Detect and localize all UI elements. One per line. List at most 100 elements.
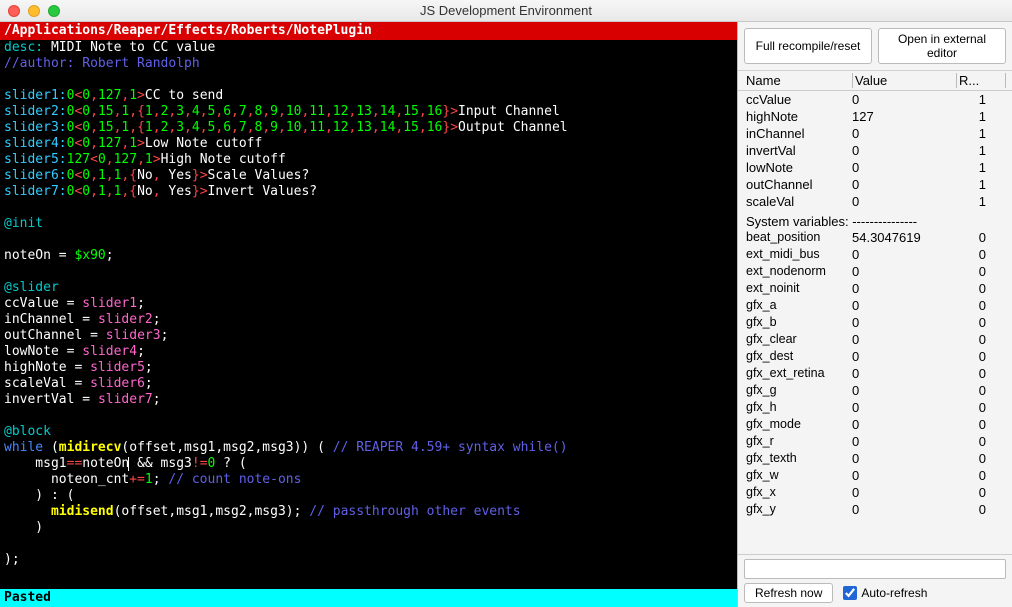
editor-status-bar: Pasted: [0, 589, 737, 607]
variable-row[interactable]: gfx_y00: [738, 501, 1012, 518]
variable-name: gfx_b: [746, 315, 852, 330]
variable-row[interactable]: gfx_clear00: [738, 331, 1012, 348]
variable-name: beat_position: [746, 230, 852, 245]
variable-name: outChannel: [746, 177, 852, 192]
variable-r: 0: [956, 315, 1006, 330]
variable-row[interactable]: gfx_x00: [738, 484, 1012, 501]
recompile-button[interactable]: Full recompile/reset: [744, 28, 872, 64]
variable-value: 0: [852, 160, 956, 175]
variable-name: gfx_dest: [746, 349, 852, 364]
variable-value: 0: [852, 298, 956, 313]
auto-refresh-checkbox[interactable]: [843, 586, 857, 600]
auto-refresh-label: Auto-refresh: [861, 586, 927, 600]
variable-r: 1: [956, 160, 1006, 175]
variable-value: 127: [852, 109, 956, 124]
variable-value: 0: [852, 281, 956, 296]
variable-r: 0: [956, 332, 1006, 347]
variable-row[interactable]: gfx_texth00: [738, 450, 1012, 467]
variable-row[interactable]: highNote1271: [738, 108, 1012, 125]
variable-r: 1: [956, 143, 1006, 158]
variable-r: 0: [956, 230, 1006, 245]
variable-row[interactable]: ccValue01: [738, 91, 1012, 108]
variable-r: 0: [956, 366, 1006, 381]
variable-row[interactable]: outChannel01: [738, 176, 1012, 193]
variable-list[interactable]: ccValue01highNote1271inChannel01invertVa…: [738, 91, 1012, 554]
variable-r: 0: [956, 468, 1006, 483]
variable-row[interactable]: ext_noinit00: [738, 280, 1012, 297]
variable-name: ext_nodenorm: [746, 264, 852, 279]
variable-value: 0: [852, 468, 956, 483]
open-external-button[interactable]: Open in external editor: [878, 28, 1006, 64]
variable-row[interactable]: gfx_ext_retina00: [738, 365, 1012, 382]
variable-name: gfx_clear: [746, 332, 852, 347]
variable-value: 0: [852, 92, 956, 107]
variable-r: 0: [956, 383, 1006, 398]
variable-r: 0: [956, 247, 1006, 262]
variable-row[interactable]: gfx_b00: [738, 314, 1012, 331]
variable-row[interactable]: invertVal01: [738, 142, 1012, 159]
variable-name: gfx_mode: [746, 417, 852, 432]
variable-name: inChannel: [746, 126, 852, 141]
variable-r: 1: [956, 109, 1006, 124]
code-editor[interactable]: /Applications/Reaper/Effects/Roberts/Not…: [0, 22, 737, 607]
variable-value: 0: [852, 400, 956, 415]
variable-row[interactable]: lowNote01: [738, 159, 1012, 176]
variable-r: 0: [956, 417, 1006, 432]
variable-row[interactable]: ext_midi_bus00: [738, 246, 1012, 263]
variable-r: 1: [956, 126, 1006, 141]
refresh-button[interactable]: Refresh now: [744, 583, 833, 603]
auto-refresh-toggle[interactable]: Auto-refresh: [843, 586, 927, 600]
variable-r: 1: [956, 92, 1006, 107]
variable-name: ccValue: [746, 92, 852, 107]
variable-row[interactable]: gfx_h00: [738, 399, 1012, 416]
variable-value: 0: [852, 383, 956, 398]
variable-value: 0: [852, 143, 956, 158]
variable-value: 0: [852, 126, 956, 141]
variable-name: scaleVal: [746, 194, 852, 209]
variable-value: 0: [852, 434, 956, 449]
variable-row[interactable]: ext_nodenorm00: [738, 263, 1012, 280]
variable-value: 0: [852, 247, 956, 262]
variable-name: gfx_x: [746, 485, 852, 500]
col-name[interactable]: Name: [746, 73, 852, 88]
variable-row[interactable]: beat_position54.30476190: [738, 229, 1012, 246]
variable-name: ext_noinit: [746, 281, 852, 296]
variable-row[interactable]: gfx_mode00: [738, 416, 1012, 433]
variable-name: gfx_ext_retina: [746, 366, 852, 381]
variable-name: gfx_texth: [746, 451, 852, 466]
variable-row[interactable]: gfx_r00: [738, 433, 1012, 450]
variable-name: gfx_h: [746, 400, 852, 415]
variable-name: gfx_y: [746, 502, 852, 517]
variable-r: 0: [956, 485, 1006, 500]
variable-row[interactable]: gfx_w00: [738, 467, 1012, 484]
variable-name: gfx_r: [746, 434, 852, 449]
variable-r: 0: [956, 264, 1006, 279]
variable-row[interactable]: gfx_g00: [738, 382, 1012, 399]
variable-r: 0: [956, 400, 1006, 415]
system-variables-header: System variables: ---------------: [738, 210, 1012, 229]
variable-table-header: Name Value R...: [738, 71, 1012, 91]
variable-row[interactable]: inChannel01: [738, 125, 1012, 142]
code-area[interactable]: desc: MIDI Note to CC value //author: Ro…: [0, 40, 737, 589]
variable-row[interactable]: gfx_a00: [738, 297, 1012, 314]
variable-r: 1: [956, 194, 1006, 209]
variable-row[interactable]: scaleVal01: [738, 193, 1012, 210]
variable-row[interactable]: gfx_dest00: [738, 348, 1012, 365]
variable-value: 0: [852, 451, 956, 466]
variable-name: ext_midi_bus: [746, 247, 852, 262]
variable-r: 1: [956, 177, 1006, 192]
variable-name: gfx_g: [746, 383, 852, 398]
variable-value: 0: [852, 332, 956, 347]
window-title: JS Development Environment: [0, 3, 1012, 18]
variable-inspector: Full recompile/reset Open in external ed…: [737, 22, 1012, 607]
col-r[interactable]: R...: [956, 73, 1006, 88]
variable-value: 0: [852, 264, 956, 279]
variable-r: 0: [956, 451, 1006, 466]
variable-name: highNote: [746, 109, 852, 124]
window-titlebar: JS Development Environment: [0, 0, 1012, 22]
variable-value: 0: [852, 194, 956, 209]
variable-r: 0: [956, 298, 1006, 313]
filter-input[interactable]: [744, 559, 1006, 579]
col-value[interactable]: Value: [852, 73, 956, 88]
variable-name: invertVal: [746, 143, 852, 158]
